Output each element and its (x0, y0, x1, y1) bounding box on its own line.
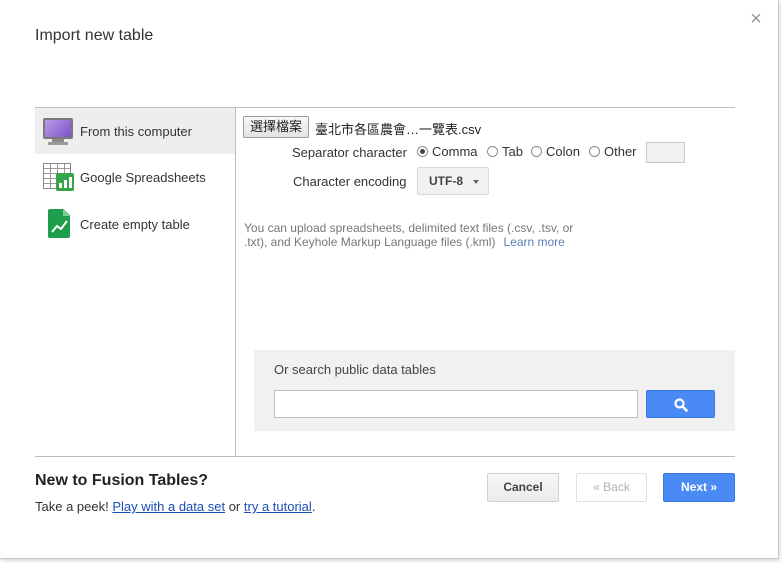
back-button[interactable]: « Back (576, 473, 647, 502)
other-separator-input[interactable] (646, 142, 685, 163)
play-with-data-set-link[interactable]: Play with a data set (112, 499, 225, 514)
radio-dot[interactable] (417, 146, 428, 157)
source-label: From this computer (80, 123, 192, 139)
source-list: From this computer Google Spreadsheets C… (35, 108, 235, 456)
radio-dot[interactable] (589, 146, 600, 157)
encoding-select[interactable]: UTF-8 (417, 167, 489, 195)
cancel-button[interactable]: Cancel (487, 473, 559, 502)
source-label: Create empty table (80, 216, 190, 232)
radio-dot[interactable] (531, 146, 542, 157)
bottom-divider (35, 456, 735, 457)
source-label: Google Spreadsheets (80, 169, 206, 185)
upload-help-text: You can upload spreadsheets, delimited t… (244, 221, 584, 249)
radio-label: Comma (432, 144, 478, 159)
selected-file-name: 臺北市各區農會…一覽表.csv (315, 122, 482, 137)
separator-other-radio[interactable]: Other (589, 144, 637, 159)
separator-tab-radio[interactable]: Tab (487, 144, 523, 159)
period-text: . (311, 499, 316, 514)
chevron-down-icon (473, 180, 479, 184)
next-button[interactable]: Next » (663, 473, 735, 502)
search-title: Or search public data tables (274, 362, 436, 377)
dialog-title: Import new table (35, 27, 154, 44)
separator-colon-radio[interactable]: Colon (531, 144, 580, 159)
learn-more-link[interactable]: Learn more (503, 235, 564, 249)
try-a-tutorial-link[interactable]: try a tutorial (244, 499, 312, 514)
or-text: or (228, 499, 241, 514)
monitor-icon (42, 115, 76, 147)
upload-panel: 選擇檔案 臺北市各區農會…一覽表.csv Separator character… (236, 108, 735, 456)
search-icon (674, 398, 688, 412)
source-from-computer[interactable]: From this computer (35, 108, 235, 154)
search-button[interactable] (646, 390, 715, 418)
source-create-empty-table[interactable]: Create empty table (35, 201, 235, 247)
public-search-panel: Or search public data tables (254, 350, 735, 431)
search-input[interactable] (274, 390, 638, 418)
encoding-value: UTF-8 (429, 174, 463, 188)
radio-label: Other (604, 144, 637, 159)
footer-text: Take a peek! Play with a data set or try… (35, 499, 315, 514)
radio-label: Colon (546, 144, 580, 159)
encoding-label: Character encoding (293, 174, 407, 189)
separator-comma-radio[interactable]: Comma (417, 144, 478, 159)
empty-table-icon (42, 208, 76, 240)
radio-label: Tab (502, 144, 523, 159)
spreadsheet-icon (42, 161, 76, 193)
separator-label: Separator character (292, 145, 407, 160)
peek-text: Take a peek! (35, 499, 109, 514)
choose-file-button[interactable]: 選擇檔案 (243, 116, 310, 138)
radio-dot[interactable] (487, 146, 498, 157)
import-dialog: × Import new table From this computer Go… (0, 0, 779, 559)
footer-title: New to Fusion Tables? (35, 472, 209, 489)
source-google-spreadsheets[interactable]: Google Spreadsheets (35, 154, 235, 200)
close-icon[interactable]: × (748, 9, 764, 29)
